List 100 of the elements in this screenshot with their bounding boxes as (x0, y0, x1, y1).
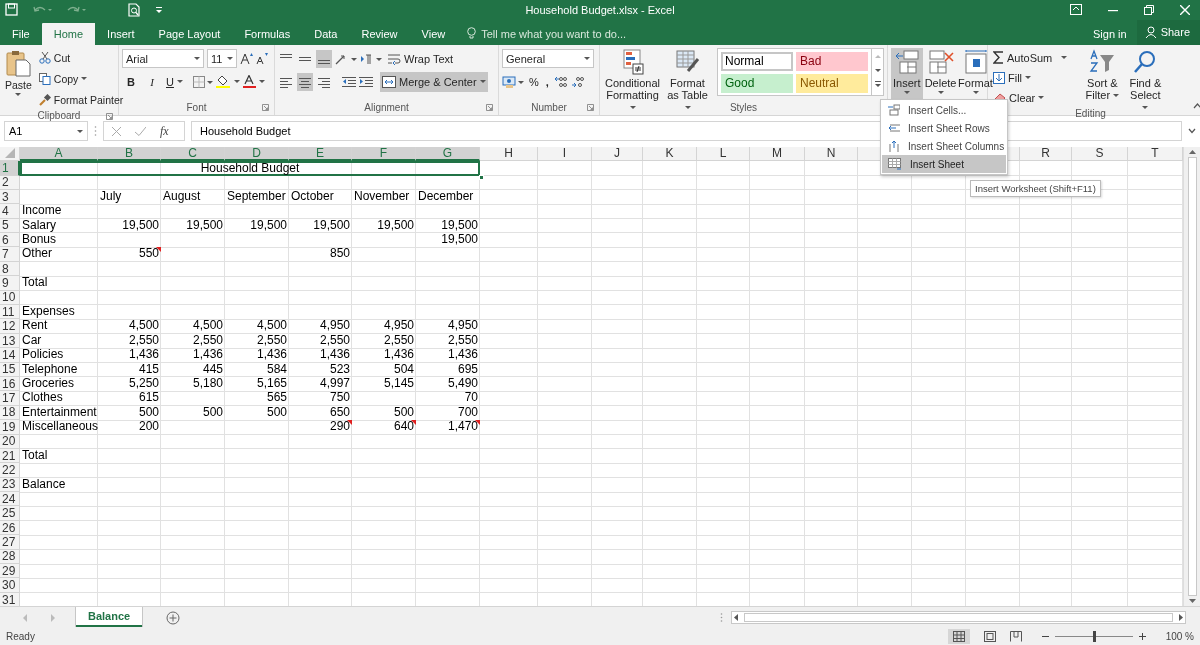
currency-icon[interactable] (502, 74, 524, 89)
font-name-field[interactable]: Arial (122, 49, 204, 69)
autosum-button[interactable]: AutoSum (991, 47, 1070, 68)
customize-icon[interactable] (155, 5, 163, 14)
scrollbar-thumb[interactable] (1187, 156, 1197, 597)
row-header[interactable]: 4 (0, 204, 20, 219)
row-header[interactable]: 6 (0, 233, 20, 248)
row-header[interactable]: 11 (0, 305, 20, 320)
page-layout-view-icon[interactable] (983, 631, 996, 643)
insert-function-button[interactable]: fx (160, 123, 169, 139)
table-cell-text: 500 (265, 405, 288, 419)
row-header[interactable]: 25 (0, 506, 20, 521)
collapse-ribbon-icon[interactable] (1193, 102, 1200, 109)
cell-style[interactable]: Good (721, 73, 793, 93)
row-header[interactable]: 9 (0, 276, 20, 291)
underline-button[interactable]: U (164, 71, 190, 92)
menu-item[interactable]: Insert Sheet (882, 155, 1006, 173)
close-icon[interactable] (1180, 4, 1190, 15)
ribbon-tab[interactable]: Formulas (232, 22, 303, 45)
zoom-in-icon[interactable] (1138, 633, 1146, 641)
italic-button[interactable]: I (143, 71, 161, 92)
grow-font-icon[interactable] (240, 52, 253, 66)
dialog-launcher-icon[interactable] (587, 103, 594, 111)
page-break-view-icon[interactable] (1009, 631, 1022, 643)
paragraph-direction-icon[interactable] (360, 52, 382, 65)
fill-color-icon[interactable] (216, 75, 240, 89)
find-select-button[interactable]: Find & Select (1125, 47, 1166, 100)
group-label: Editing (1075, 107, 1106, 119)
number-format-field[interactable]: General (502, 49, 594, 69)
ribbon-tab[interactable]: Insert (95, 22, 147, 45)
orientation-icon[interactable] (335, 52, 357, 65)
zoom-level[interactable]: 100 % (1165, 631, 1194, 643)
row-header[interactable]: 17 (0, 391, 20, 406)
split-handle-icon[interactable] (720, 612, 723, 624)
row-header[interactable]: 12 (0, 319, 20, 334)
add-sheet-icon[interactable] (166, 610, 181, 625)
conditional-formatting-button[interactable]: Conditional Formatting (603, 47, 663, 100)
table-cell-text: 615 (137, 391, 160, 405)
table-brush-icon (675, 48, 700, 75)
save-icon[interactable] (5, 3, 18, 17)
row-header[interactable]: 22 (0, 463, 20, 478)
comma-button[interactable]: , (543, 71, 551, 92)
wrap-text-button[interactable]: Wrap Text (385, 48, 456, 69)
restore-icon[interactable] (1144, 4, 1154, 15)
ribbon-tab[interactable]: Data (302, 22, 350, 45)
format-as-table-button[interactable]: Format as Table (665, 47, 710, 100)
row-header[interactable]: 24 (0, 492, 20, 507)
decrease-indent-icon[interactable] (342, 75, 356, 88)
dialog-launcher-icon[interactable] (486, 103, 493, 111)
dialog-launcher-icon[interactable] (262, 103, 269, 111)
ribbon-tab[interactable]: Home (41, 22, 96, 45)
shrink-font-icon[interactable] (256, 52, 268, 66)
name-box[interactable]: A1 (4, 121, 88, 142)
print-preview-icon[interactable] (128, 2, 141, 17)
font-color-icon[interactable] (243, 75, 265, 89)
increase-decimal-icon[interactable] (553, 75, 568, 88)
fill-handle[interactable] (479, 174, 484, 180)
scroll-left-icon[interactable] (732, 613, 741, 623)
sign-in-link[interactable]: Sign in (1083, 22, 1137, 45)
ribbon-tab[interactable]: File (0, 22, 42, 45)
ribbon-tab[interactable]: Review (349, 22, 410, 45)
conditional-formatting-icon (621, 48, 644, 75)
percent-button[interactable]: % (527, 71, 541, 92)
row-header[interactable]: 27 (0, 535, 20, 550)
scroll-right-icon[interactable] (1176, 613, 1185, 623)
row-header[interactable]: 1 (0, 161, 20, 176)
row-header[interactable]: 14 (0, 348, 20, 363)
row-header[interactable]: 29 (0, 564, 20, 579)
ribbon-tab[interactable]: View (409, 22, 458, 45)
tell-me-field[interactable]: Tell me what you want to do... (481, 27, 660, 40)
paste-button[interactable]: Paste (3, 47, 34, 100)
font-size-field[interactable]: 11 (207, 49, 237, 69)
zoom-slider-thumb[interactable] (1092, 631, 1096, 643)
row-header[interactable]: 30 (0, 578, 20, 593)
align-right-icon[interactable] (318, 75, 330, 88)
borders-icon[interactable] (193, 75, 213, 88)
cell-style[interactable]: Neutral (796, 73, 868, 93)
cell-style[interactable]: Bad (796, 51, 868, 71)
cell-style[interactable]: Normal (721, 51, 793, 71)
table-cell-text: October (290, 189, 335, 203)
ribbon-display-icon[interactable] (1070, 4, 1082, 16)
expand-formula-icon[interactable] (1188, 128, 1196, 135)
dialog-launcher-icon[interactable] (106, 112, 113, 120)
sheet-tab[interactable]: Balance (76, 607, 143, 628)
scrollbar-thumb[interactable] (744, 613, 1173, 623)
caret-icon (903, 90, 910, 94)
increase-indent-icon[interactable] (359, 75, 373, 88)
row-header[interactable]: 19 (0, 420, 20, 435)
align-center-icon[interactable] (299, 75, 311, 88)
normal-view-icon[interactable] (952, 631, 965, 643)
caret-icon (15, 92, 22, 96)
share-button[interactable]: Share (1136, 19, 1200, 45)
ribbon-tab[interactable]: Page Layout (146, 22, 233, 45)
cells-button[interactable]: Delete (923, 47, 958, 103)
sort-filter-button[interactable]: Sort & Filter (1082, 47, 1123, 100)
format-painter-button[interactable]: Format Painter (36, 89, 126, 110)
decrease-decimal-icon[interactable] (570, 75, 585, 88)
merge-and-center-button[interactable]: Merge & Center (380, 71, 488, 92)
row-header[interactable]: 7 (0, 247, 20, 262)
align-left-icon[interactable] (280, 75, 292, 88)
